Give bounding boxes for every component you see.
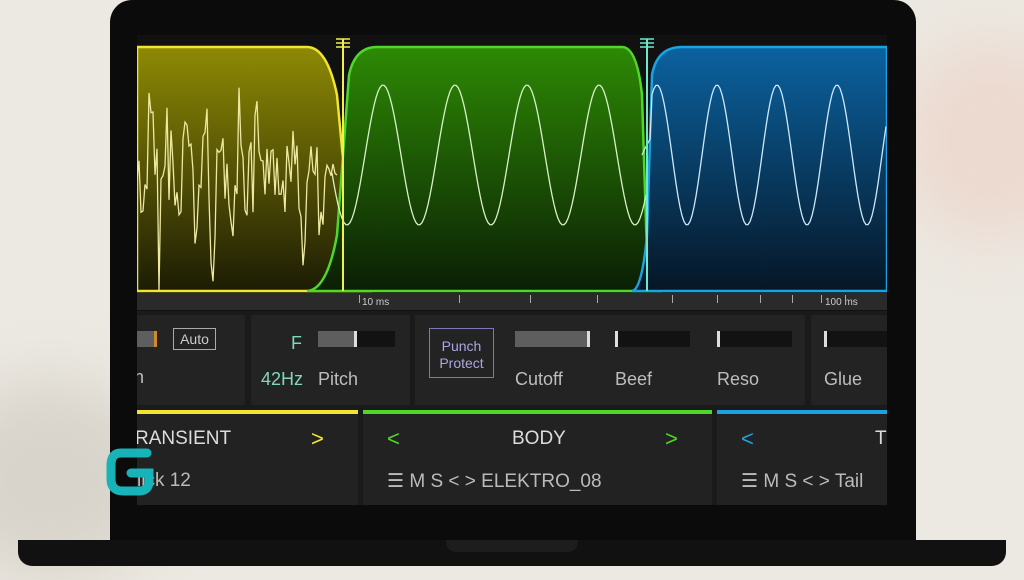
menu-icon[interactable]: ☰ — [387, 471, 404, 492]
body-envelope[interactable] — [306, 45, 663, 293]
section-tail: < T ☰ M S < > Tail — [717, 410, 887, 505]
section-transient: RANSIENT > lick 12 — [137, 410, 358, 505]
partial-slider[interactable] — [137, 331, 157, 347]
section-title: BODY — [512, 428, 566, 449]
ruler-tick — [821, 295, 822, 303]
prev-next-sample-icon[interactable]: < > — [448, 471, 475, 492]
section-title: T — [875, 428, 887, 449]
ruler-tick — [359, 295, 360, 303]
next-arrow[interactable]: > — [311, 426, 324, 452]
time-ruler: 10 ms 100 ms — [137, 293, 887, 311]
beef-label: Beef — [615, 369, 653, 389]
protect-label: Protect — [439, 355, 484, 371]
ruler-tick — [597, 295, 598, 303]
sample-name[interactable]: ELEKTRO_08 — [481, 471, 601, 492]
cutoff-slider[interactable] — [515, 331, 590, 347]
plugin-screen: 10 ms 100 ms Auto n F 42Hz Pitch Punch Pr… — [137, 35, 887, 505]
prev-arrow[interactable]: < — [741, 426, 754, 452]
pitch-hz: 42Hz — [261, 369, 304, 389]
punch-protect-button[interactable]: Punch Protect — [429, 328, 494, 378]
punch-label: Punch — [441, 338, 482, 354]
ruler-tick — [792, 295, 793, 303]
ruler-tick — [717, 295, 718, 303]
ruler-tick — [845, 295, 846, 303]
beef-slider[interactable] — [615, 331, 690, 347]
ruler-tick — [760, 295, 761, 303]
prev-next-sample-icon[interactable]: < > — [802, 471, 829, 492]
pitch-label: Pitch — [318, 369, 359, 389]
logo-icon — [106, 448, 154, 496]
glue-label: Glue — [824, 369, 863, 389]
partial-label: n — [137, 367, 145, 387]
waveform-display[interactable] — [137, 35, 887, 293]
panel-glue: Glue — [811, 315, 887, 405]
reso-label: Reso — [717, 369, 760, 389]
glue-slider[interactable] — [824, 331, 887, 347]
menu-icon[interactable]: ☰ — [741, 471, 758, 492]
panel-left: Auto n — [137, 315, 245, 405]
sample-name[interactable]: Tail — [835, 471, 864, 492]
pitch-slider[interactable] — [318, 331, 395, 347]
section-body: < BODY > ☰ M S < > ELEKTRO_08 — [363, 410, 712, 505]
ruler-tick — [459, 295, 460, 303]
mute-button[interactable]: M — [763, 471, 779, 492]
ruler-tick — [672, 295, 673, 303]
panel-filter: Punch Protect Cutoff Beef Reso — [415, 315, 805, 405]
pitch-key: F — [291, 333, 302, 353]
ruler-label-10ms: 10 ms — [362, 297, 390, 308]
prev-arrow[interactable]: < — [387, 426, 400, 452]
mute-button[interactable]: M — [409, 471, 425, 492]
ruler-label-100ms: 100 ms — [825, 297, 858, 308]
laptop-notch — [446, 540, 578, 552]
panel-pitch: F 42Hz Pitch — [251, 315, 410, 405]
next-arrow[interactable]: > — [665, 426, 678, 452]
cutoff-label: Cutoff — [515, 369, 563, 389]
reso-slider[interactable] — [717, 331, 792, 347]
ruler-tick — [530, 295, 531, 303]
solo-button[interactable]: S — [784, 471, 797, 492]
auto-button[interactable]: Auto — [173, 328, 216, 350]
solo-button[interactable]: S — [430, 471, 443, 492]
